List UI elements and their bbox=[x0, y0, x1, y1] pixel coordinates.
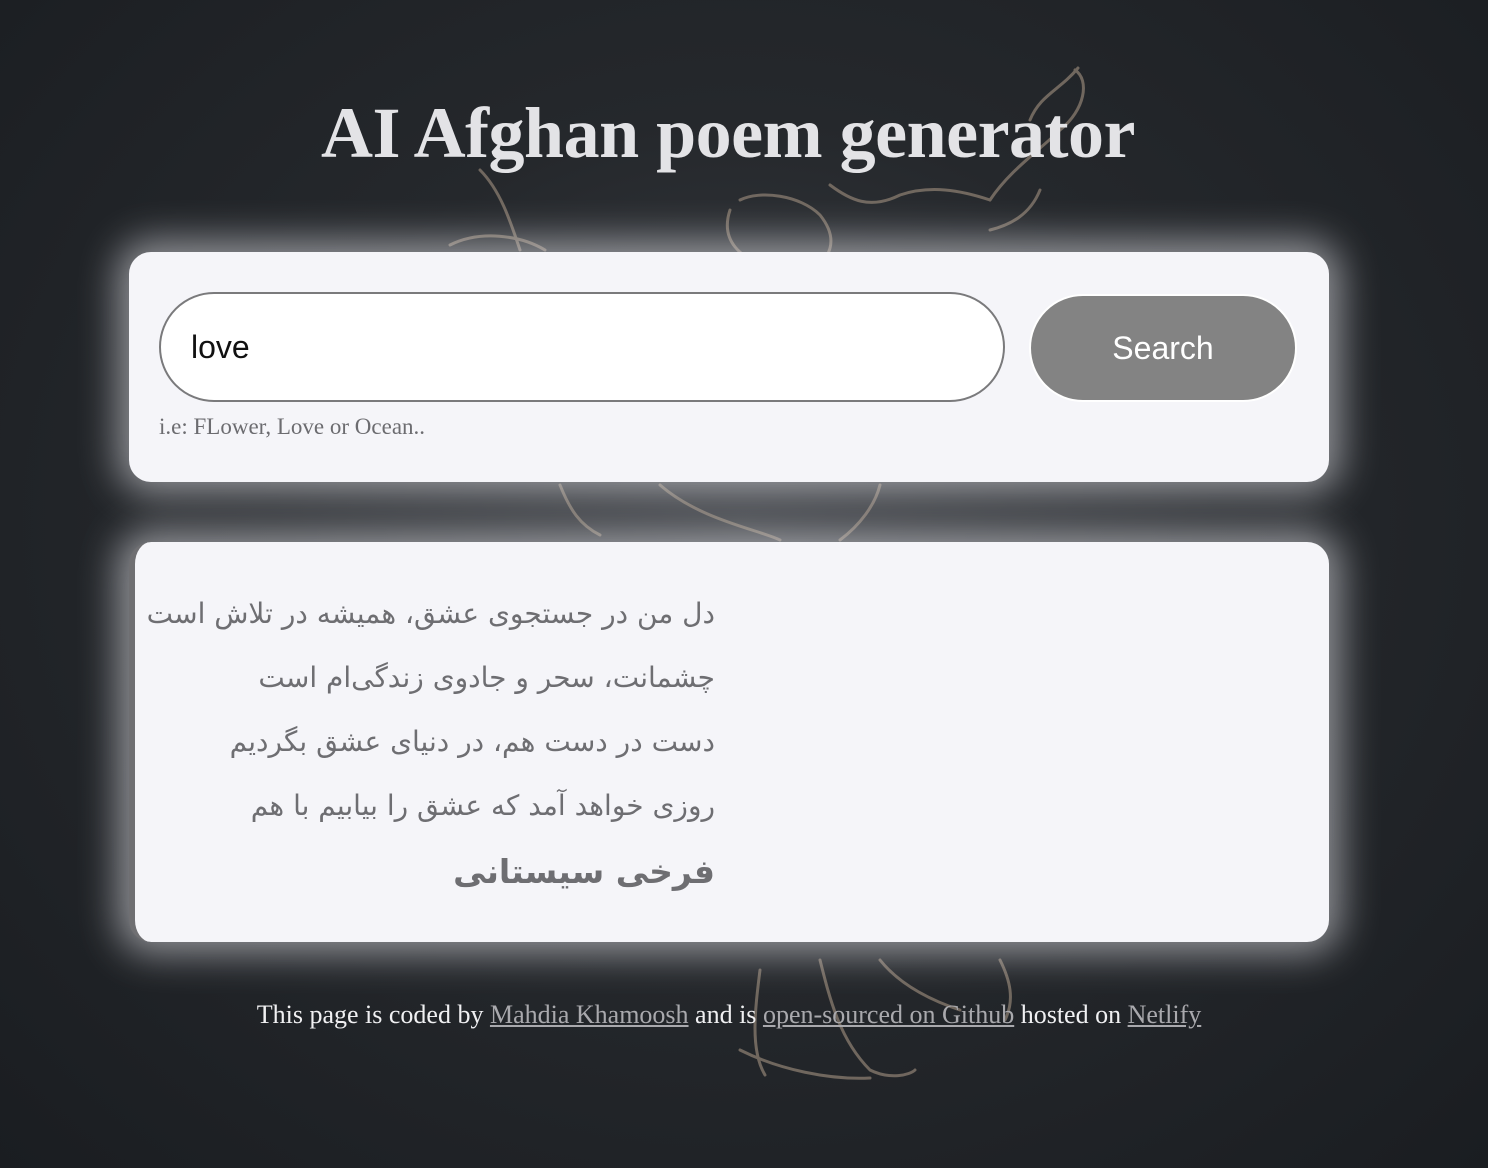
poem-line: چشمانت، سحر و جادوی زندگی‌ام است bbox=[258, 661, 715, 694]
search-button[interactable]: Search bbox=[1029, 294, 1297, 402]
search-hint: i.e: FLower, Love or Ocean.. bbox=[159, 414, 426, 439]
author-link[interactable]: Mahdia Khamoosh bbox=[490, 1000, 689, 1029]
netlify-link[interactable]: Netlify bbox=[1128, 1000, 1202, 1029]
poem-card: دل من در جستجوی عشق، همیشه در تلاش است چ… bbox=[129, 542, 1329, 942]
footer-text: This page is coded by bbox=[256, 1000, 484, 1029]
footer: This page is coded by Mahdia Khamoosh an… bbox=[0, 1000, 1458, 1030]
poem-body: دل من در جستجوی عشق، همیشه در تلاش است چ… bbox=[146, 592, 715, 896]
poem-line: دست در دست هم، در دنیای عشق بگردیم bbox=[229, 725, 715, 758]
poem-line: دل من در جستجوی عشق، همیشه در تلاش است bbox=[146, 597, 715, 630]
page-title: AI Afghan poem generator bbox=[321, 93, 1135, 173]
search-card: Search i.e: FLower, Love or Ocean.. bbox=[129, 252, 1329, 482]
poet-name: فرخی سیستانی bbox=[453, 852, 715, 891]
poem-line: روزی خواهد آمد که عشق را بیابیم با هم bbox=[250, 789, 715, 822]
footer-text: hosted on bbox=[1020, 1000, 1122, 1029]
footer-text: and is bbox=[695, 1000, 757, 1029]
search-input[interactable] bbox=[159, 292, 1005, 402]
github-link[interactable]: open-sourced on Github bbox=[763, 1000, 1014, 1029]
